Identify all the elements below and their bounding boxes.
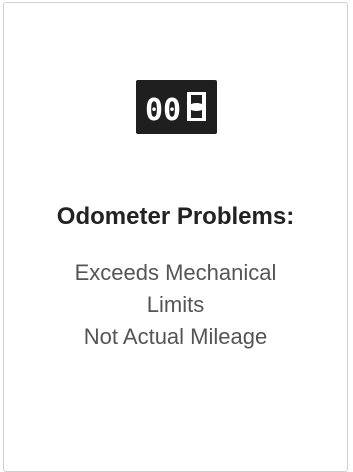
problem-list: Exceeds Mechanical Limits Not Actual Mil… — [4, 257, 347, 353]
odometer-icon: 00 — [136, 80, 217, 134]
problem-line: Not Actual Mileage — [83, 324, 268, 349]
problem-line: Limits — [146, 292, 205, 317]
problem-line: Exceeds Mechanical — [74, 260, 277, 285]
odometer-problems-card: 00 Odometer Problems: Exceeds Mechanical… — [3, 2, 348, 472]
card-title: Odometer Problems: — [56, 203, 295, 230]
odometer-digits: 00 — [145, 93, 181, 128]
